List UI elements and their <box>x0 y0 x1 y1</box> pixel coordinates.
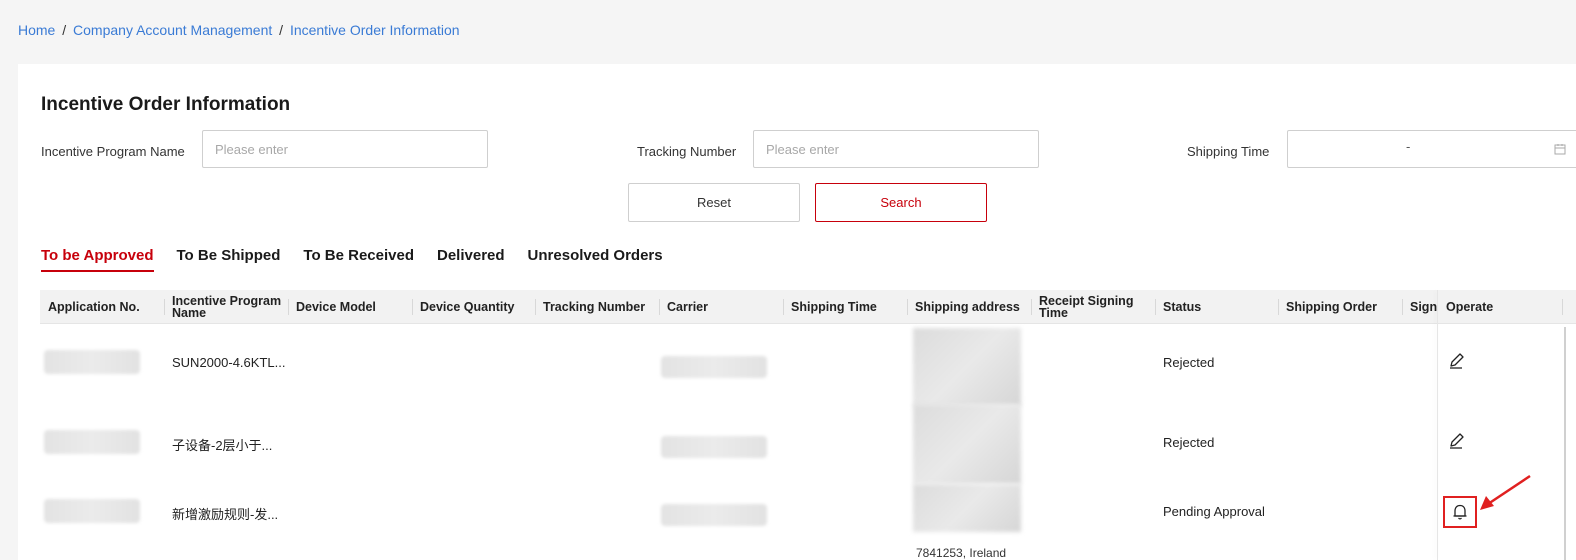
column-header-device-model: Device Model <box>296 300 376 314</box>
breadcrumb-page[interactable]: Incentive Order Information <box>290 22 460 38</box>
program-name-input[interactable] <box>202 130 488 168</box>
breadcrumb-separator: / <box>62 22 67 38</box>
redacted-carrier <box>661 436 767 458</box>
column-header-device-quantity: Device Quantity <box>420 300 515 314</box>
program-name-cell: SUN2000-4.6KTL... <box>172 355 286 370</box>
column-divider <box>1562 299 1563 315</box>
breadcrumb-separator: / <box>279 22 284 38</box>
column-divider <box>659 299 660 315</box>
redacted-application-no <box>44 499 140 523</box>
table-row: 新增激励规则-发... 7841253, Ireland Pending App… <box>40 484 1576 560</box>
breadcrumb-home[interactable]: Home <box>18 22 55 38</box>
program-name-cell: 新增激励规则-发... <box>172 507 279 522</box>
redacted-carrier <box>661 504 767 526</box>
table-row: 子设备-2层小于... Rejected <box>40 404 1576 484</box>
program-name-label: Incentive Program Name <box>41 144 185 159</box>
breadcrumb-section[interactable]: Company Account Management <box>73 22 272 38</box>
column-header-receipt-signing-time: Receipt Signing Time <box>1039 294 1134 320</box>
column-divider <box>1278 299 1279 315</box>
tab-delivered[interactable]: Delivered <box>437 247 505 272</box>
tracking-number-input[interactable] <box>753 130 1039 168</box>
column-divider <box>164 299 165 315</box>
column-divider <box>288 299 289 315</box>
tab-to-be-approved[interactable]: To be Approved <box>41 247 154 272</box>
status-tabs: To be Approved To Be Shipped To Be Recei… <box>41 247 686 272</box>
redacted-application-no <box>44 430 140 454</box>
date-range-separator: - <box>1406 139 1411 154</box>
shipping-time-label: Shipping Time <box>1187 144 1270 159</box>
column-header-application-no: Application No. <box>48 300 140 314</box>
main-panel: Incentive Order Information Incentive Pr… <box>18 64 1576 560</box>
column-header-carrier: Carrier <box>667 300 708 314</box>
edit-icon[interactable] <box>1446 431 1466 451</box>
redacted-shipping-address <box>913 404 1021 484</box>
annotation-arrow-icon <box>1480 474 1531 510</box>
breadcrumb: Home / Company Account Management / Ince… <box>18 22 460 38</box>
column-divider <box>783 299 784 315</box>
reset-button[interactable]: Reset <box>628 183 800 222</box>
column-header-shipping-address: Shipping address <box>915 300 1020 314</box>
column-header-operate: Operate <box>1446 300 1494 314</box>
scroll-edge <box>1564 327 1566 560</box>
redacted-shipping-address <box>913 484 1021 532</box>
status-cell: Pending Approval <box>1163 504 1265 519</box>
bell-icon[interactable] <box>1450 502 1470 522</box>
shipping-address-fragment: 7841253, Ireland <box>916 546 1007 560</box>
status-cell: Rejected <box>1163 355 1215 370</box>
column-divider <box>1155 299 1156 315</box>
column-header-tracking-number: Tracking Number <box>543 300 646 314</box>
shipping-time-range-picker[interactable]: - <box>1287 130 1576 168</box>
column-header-signing-truncated: Signi <box>1410 300 1438 314</box>
redacted-application-no <box>44 350 140 374</box>
program-name-cell: 子设备-2层小于... <box>172 438 273 453</box>
redacted-carrier <box>661 356 767 378</box>
page-title: Incentive Order Information <box>41 94 291 115</box>
tracking-number-label: Tracking Number <box>637 144 737 159</box>
table-header: Application No. Incentive Program Name D… <box>40 290 1576 324</box>
column-header-shipping-order: Shipping Order <box>1286 300 1377 314</box>
orders-table: Application No. Incentive Program Name D… <box>40 290 1576 560</box>
column-divider <box>535 299 536 315</box>
tab-to-be-received[interactable]: To Be Received <box>303 247 414 272</box>
column-divider <box>907 299 908 315</box>
search-button[interactable]: Search <box>815 183 987 222</box>
tab-unresolved-orders[interactable]: Unresolved Orders <box>528 247 663 272</box>
column-header-shipping-time: Shipping Time <box>791 300 877 314</box>
tab-to-be-shipped[interactable]: To Be Shipped <box>177 247 281 272</box>
column-header-status: Status <box>1163 300 1202 314</box>
column-header-program-name: Incentive Program Name <box>172 294 282 320</box>
redacted-shipping-address <box>913 328 1021 406</box>
table-row: SUN2000-4.6KTL... Rejected <box>40 324 1576 406</box>
column-divider <box>1402 299 1403 315</box>
column-divider <box>412 299 413 315</box>
column-divider <box>1031 299 1032 315</box>
status-cell: Rejected <box>1163 435 1215 450</box>
edit-icon[interactable] <box>1446 351 1466 371</box>
calendar-icon[interactable] <box>1554 143 1566 155</box>
